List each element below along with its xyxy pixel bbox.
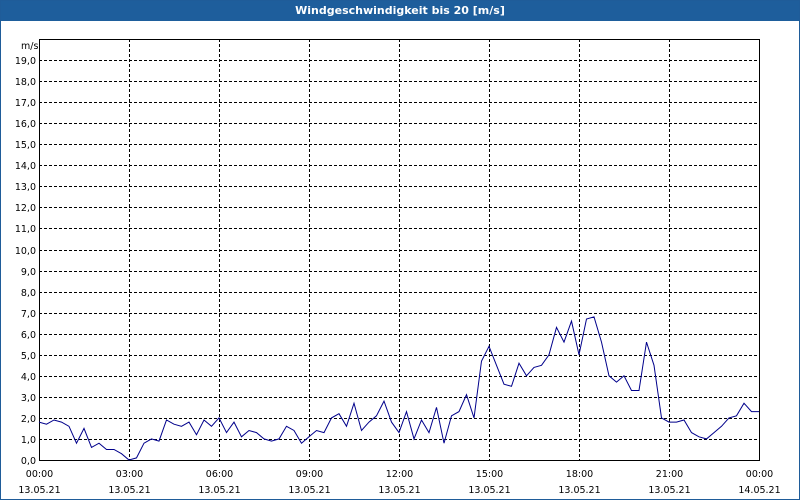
y-tick-label: 10,0 bbox=[15, 246, 36, 257]
y-axis-ticks: 0,0 1,0 2,0 3,0 4,0 5,0 6,0 7,0 8,0 9,0 10,0 11,0 12… bbox=[15, 56, 36, 467]
y-tick-label: 17,0 bbox=[15, 98, 36, 109]
y-tick-label: 5,0 bbox=[21, 351, 36, 362]
x-tick-time-label: 18:00 bbox=[566, 469, 593, 480]
x-tick-date-label: 13.05.21 bbox=[108, 485, 150, 496]
y-axis-unit-label: m/s bbox=[21, 41, 38, 52]
y-tick-label: 3,0 bbox=[21, 393, 36, 404]
y-tick-label: 2,0 bbox=[21, 414, 36, 425]
y-tick-label: 11,0 bbox=[15, 224, 36, 235]
x-tick-time-label: 00:00 bbox=[746, 469, 773, 480]
y-tick-label: 9,0 bbox=[21, 267, 36, 278]
y-tick-label: 18,0 bbox=[15, 77, 36, 88]
y-tick-label: 12,0 bbox=[15, 203, 36, 214]
grid-lines bbox=[39, 39, 759, 460]
y-tick-label: 1,0 bbox=[21, 435, 36, 446]
y-tick-label: 13,0 bbox=[15, 182, 36, 193]
x-tick-time-label: 03:00 bbox=[116, 469, 143, 480]
y-tick-label: 15,0 bbox=[15, 140, 36, 151]
x-tick-time-label: 21:00 bbox=[656, 469, 683, 480]
x-tick-date-label: 13.05.21 bbox=[468, 485, 510, 496]
x-tick-date-label: 13.05.21 bbox=[18, 485, 60, 496]
wind-speed-series-line bbox=[38, 316, 759, 461]
x-tick-date-label: 14.05.21 bbox=[738, 485, 780, 496]
y-tick-label: 16,0 bbox=[15, 119, 36, 130]
x-tick-date-label: 13.05.21 bbox=[648, 485, 690, 496]
line-chart: m/s 0,0 1,0 2,0 3,0 4,0 5,0 6,0 7,0 8,0 9,0 10,0 11… bbox=[15, 39, 781, 496]
y-tick-label: 7,0 bbox=[21, 309, 36, 320]
x-tick-time-label: 15:00 bbox=[476, 469, 503, 480]
x-tick-time-label: 12:00 bbox=[386, 469, 413, 480]
x-tick-date-label: 13.05.21 bbox=[288, 485, 330, 496]
x-tick-date-label: 13.05.21 bbox=[558, 485, 600, 496]
y-tick-label: 6,0 bbox=[21, 330, 36, 341]
y-tick-label: 14,0 bbox=[15, 161, 36, 172]
y-tick-label: 4,0 bbox=[21, 372, 36, 383]
x-axis-ticks: 00:00 13.05.21 03:00 13.05.21 06:00 13.05.21 0… bbox=[18, 469, 780, 496]
y-tick-label: 19,0 bbox=[15, 56, 36, 67]
x-tick-time-label: 00:00 bbox=[26, 469, 53, 480]
x-tick-date-label: 13.05.21 bbox=[198, 485, 240, 496]
x-tick-time-label: 06:00 bbox=[206, 469, 233, 480]
x-tick-time-label: 09:00 bbox=[296, 469, 323, 480]
y-tick-label: 0,0 bbox=[21, 456, 36, 467]
x-tick-date-label: 13.05.21 bbox=[378, 485, 420, 496]
y-tick-label: 8,0 bbox=[21, 288, 36, 299]
